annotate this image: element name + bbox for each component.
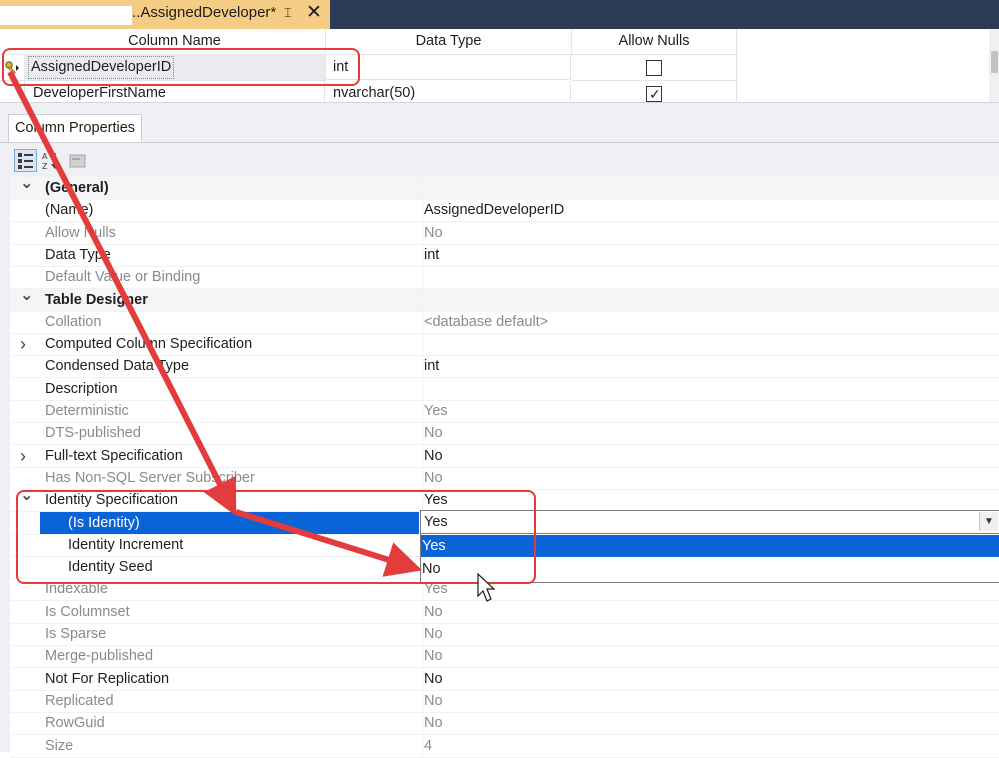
expand-chevron-icon[interactable]: › [20, 333, 38, 355]
property-value[interactable]: No [422, 623, 999, 645]
property-name: Condensed Data Type [45, 358, 190, 375]
property-value[interactable]: Yes [422, 400, 999, 422]
alphabetical-button[interactable]: A Z [39, 149, 62, 172]
property-name: DTS-published [45, 425, 141, 442]
grid-scrollbar-thumb[interactable] [991, 51, 998, 73]
property-value[interactable]: int [422, 355, 999, 378]
property-name: Description [45, 380, 118, 397]
property-name: Is Columnset [45, 603, 130, 620]
chevron-down-icon[interactable]: ▼ [979, 512, 998, 531]
property-value[interactable] [422, 266, 999, 289]
property-value[interactable]: No [422, 466, 999, 489]
property-name: Size [45, 737, 74, 754]
property-value[interactable]: No [422, 667, 999, 690]
property-row[interactable]: RowGuid No [10, 712, 999, 736]
property-name: Computed Column Specification [45, 336, 253, 353]
property-row[interactable]: Not For Replication No [10, 667, 999, 691]
property-row[interactable]: DTS-published No [10, 422, 999, 446]
property-pages-icon [69, 154, 86, 168]
property-name: Not For Replication [45, 670, 170, 687]
property-row[interactable]: (Name) AssignedDeveloperID [10, 199, 999, 223]
property-row[interactable]: › Full-text Specification No [10, 444, 999, 468]
property-value[interactable]: No [422, 422, 999, 445]
annotation-highlight-column [2, 48, 360, 86]
property-value[interactable]: No [422, 689, 999, 712]
tab-divider [0, 142, 999, 143]
categorized-icon [18, 153, 33, 169]
collapse-chevron-icon[interactable]: ⌄ [20, 176, 38, 199]
expand-chevron-icon[interactable]: › [20, 445, 38, 467]
property-name: Replicated [45, 692, 114, 709]
svg-text:Z: Z [42, 162, 48, 171]
property-row[interactable]: Collation <database default> [10, 310, 999, 334]
property-name: Full-text Specification [45, 447, 183, 464]
cell-allow-nulls[interactable] [572, 55, 737, 81]
property-value[interactable]: No [422, 600, 999, 623]
header-data-type[interactable]: Data Type [326, 29, 572, 55]
tab-column-properties[interactable]: Column Properties [8, 114, 142, 143]
property-name: Table Designer [45, 291, 148, 308]
property-name: Default Value or Binding [45, 269, 201, 286]
property-row[interactable]: Merge-published No [10, 645, 999, 669]
cell-data-type[interactable]: int [326, 55, 571, 80]
property-value[interactable] [422, 377, 999, 400]
property-name: RowGuid [45, 715, 105, 732]
pin-icon[interactable]: ⌶ [284, 5, 292, 21]
property-row[interactable]: Replicated No [10, 689, 999, 713]
property-value[interactable]: No [422, 444, 999, 467]
property-name: (General) [45, 180, 109, 196]
property-name: Has Non-SQL Server Subscriber [45, 469, 255, 486]
property-name: Is Sparse [45, 626, 107, 642]
property-row[interactable]: › Computed Column Specification [10, 333, 999, 357]
property-name: Deterministic [45, 403, 129, 419]
property-value[interactable]: <database default> [422, 310, 999, 333]
property-row[interactable]: ⌄ (General) [10, 176, 999, 200]
property-row[interactable]: Deterministic Yes [10, 400, 999, 423]
property-value[interactable]: AssignedDeveloperID [422, 199, 999, 222]
svg-text:A: A [42, 152, 48, 161]
property-value[interactable]: int [422, 243, 999, 266]
property-row[interactable]: Size 4 [10, 734, 999, 758]
property-name: Merge-published [45, 648, 154, 665]
property-value[interactable] [422, 288, 999, 311]
categorized-button[interactable] [14, 149, 37, 172]
property-row[interactable]: Data Type int [10, 243, 999, 267]
property-value[interactable]: 4 [422, 734, 999, 757]
property-value[interactable] [422, 177, 999, 199]
tab-title: ..AssignedDeveloper* [132, 4, 277, 21]
property-row[interactable]: Has Non-SQL Server Subscriber No [10, 466, 999, 490]
property-value[interactable]: No [422, 712, 999, 735]
property-value[interactable]: No [422, 645, 999, 668]
collapse-chevron-icon[interactable]: ⌄ [20, 287, 38, 311]
annotation-highlight-identity [16, 490, 536, 584]
property-pages-button[interactable] [66, 149, 89, 172]
property-name: Collation [45, 313, 102, 330]
property-row[interactable]: Allow Nulls No [10, 221, 999, 245]
property-value[interactable] [422, 333, 999, 356]
property-row[interactable]: Default Value or Binding [10, 266, 999, 290]
property-row[interactable]: Description [10, 377, 999, 401]
property-value[interactable]: No [422, 221, 999, 244]
allow-nulls-checkbox[interactable]: ✓ [646, 86, 662, 102]
property-row[interactable]: ⌄ Table Designer [10, 287, 999, 312]
property-name: Allow Nulls [45, 224, 116, 241]
property-row[interactable]: Is Sparse No [10, 623, 999, 646]
property-name: (Name) [45, 202, 94, 219]
alphabetical-icon: A Z [42, 152, 59, 171]
properties-toolbar [10, 146, 999, 173]
property-row[interactable]: Condensed Data Type int [10, 355, 999, 379]
property-row[interactable]: Is Columnset No [10, 600, 999, 624]
tab-title-redacted-area [0, 6, 132, 25]
allow-nulls-checkbox[interactable] [646, 60, 662, 76]
close-icon[interactable]: ✕ [306, 1, 322, 24]
header-allow-nulls[interactable]: Allow Nulls [572, 29, 737, 55]
property-name: Data Type [45, 246, 111, 263]
